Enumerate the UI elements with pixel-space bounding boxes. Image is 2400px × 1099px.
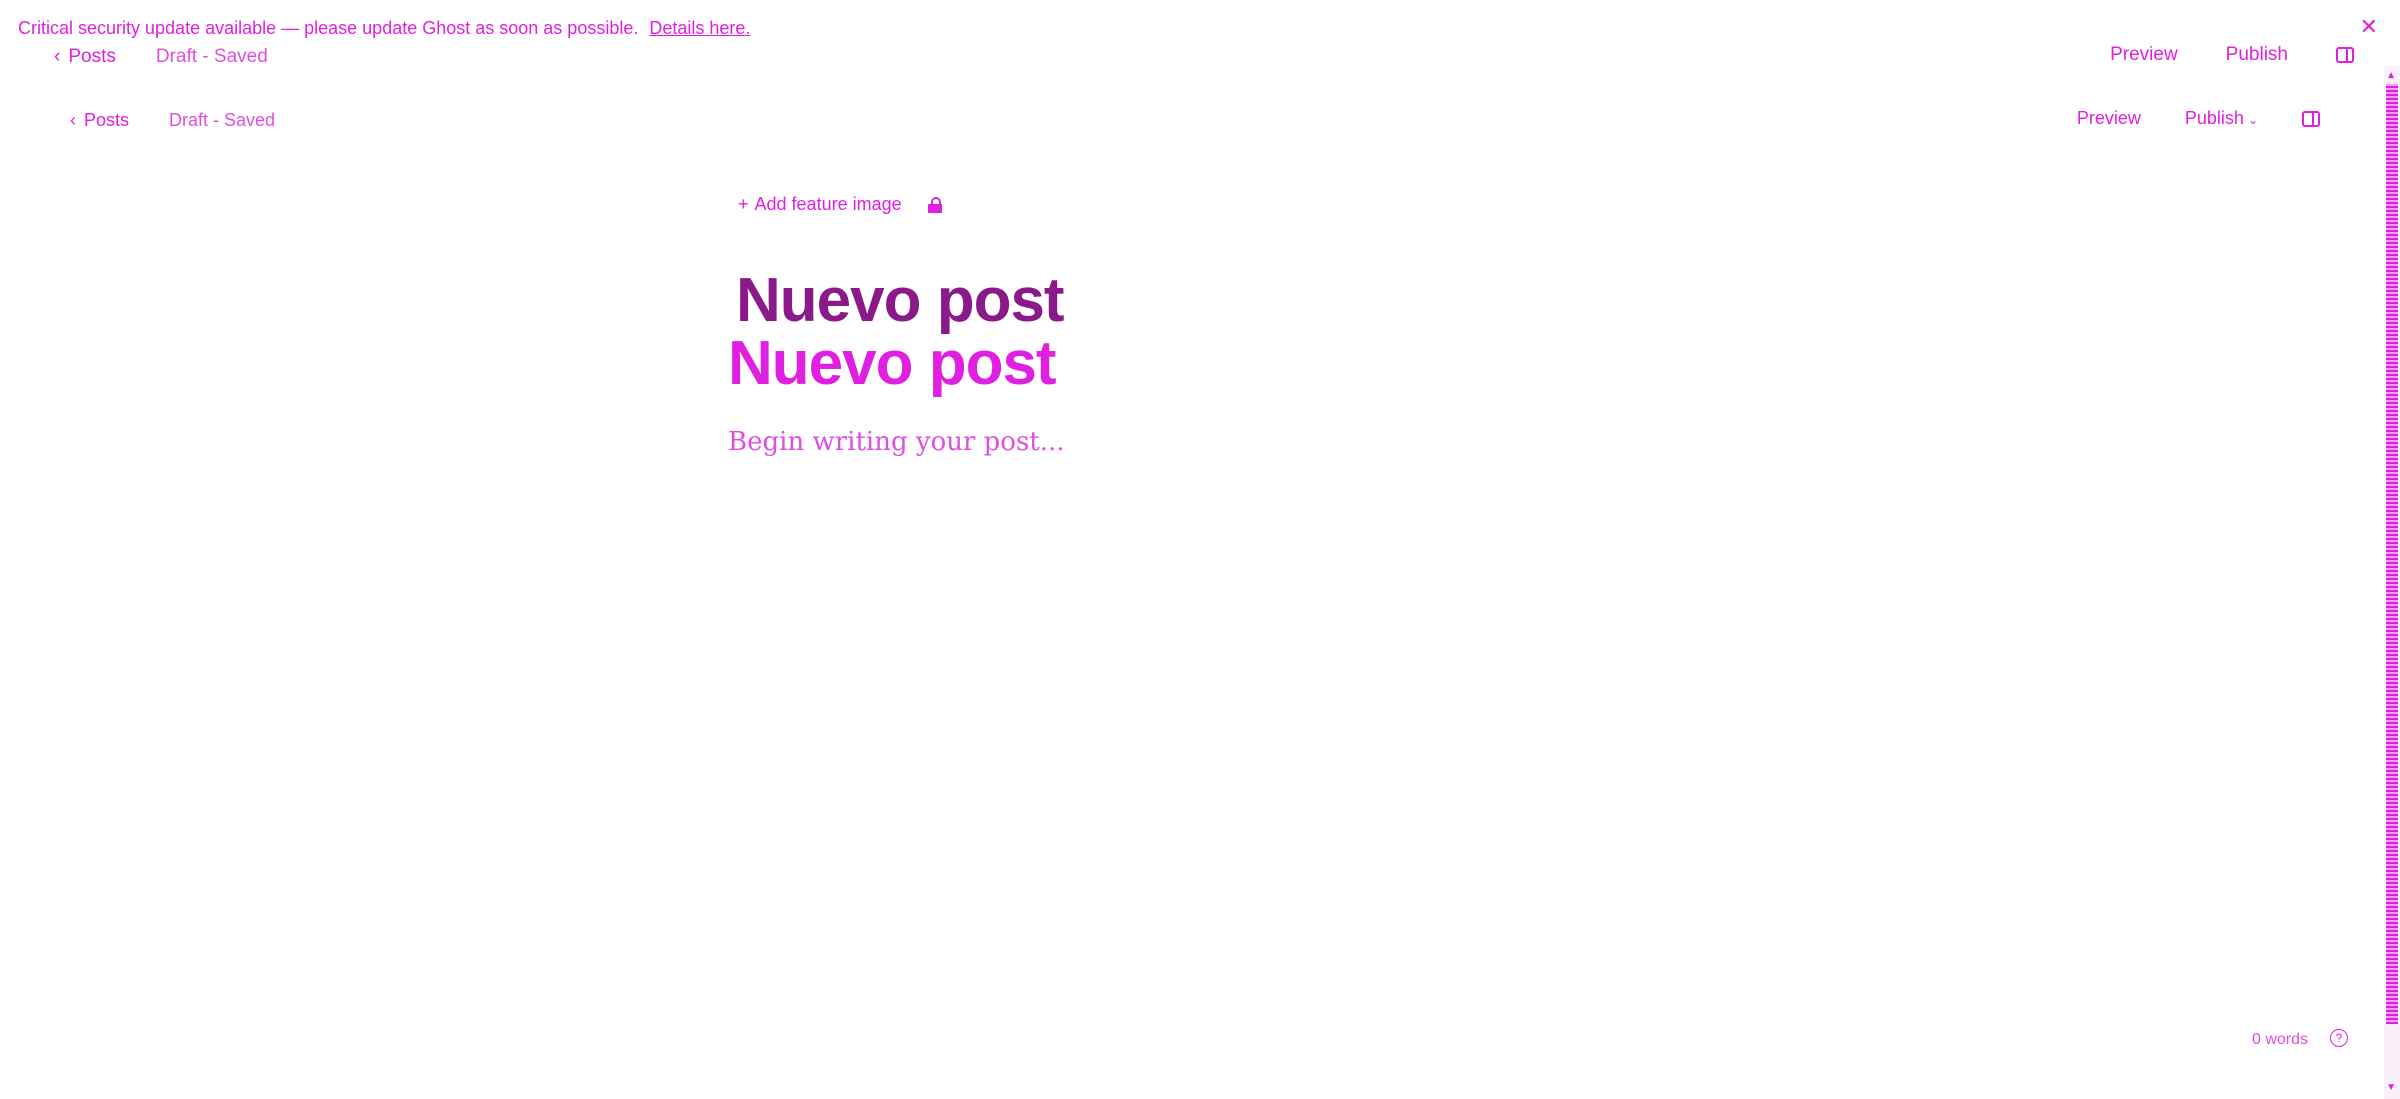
save-status-secondary: Draft - Saved <box>169 110 276 130</box>
chevron-left-icon: ‹ <box>70 110 76 130</box>
banner-details-link[interactable]: Details here. <box>649 18 750 38</box>
preview-button[interactable]: Preview <box>2110 44 2178 66</box>
scroll-up-arrow-icon[interactable]: ▲ <box>2386 70 2396 81</box>
preview-button-secondary[interactable]: Preview <box>2077 108 2141 129</box>
post-title-input[interactable]: Nuevo post <box>728 328 1057 399</box>
scrollbar-thumb[interactable] <box>2386 84 2398 1024</box>
sidebar-toggle-icon[interactable] <box>2336 47 2354 63</box>
add-feature-image-label: Add feature image <box>754 194 902 214</box>
header-secondary-right: Preview Publish ⌄ <box>2077 108 2320 129</box>
save-status: Draft - Saved <box>155 46 268 67</box>
sidebar-toggle-icon[interactable] <box>2302 110 2320 127</box>
scroll-down-arrow-icon[interactable]: ▼ <box>2386 1082 2396 1093</box>
banner-message: Critical security update available — ple… <box>18 18 639 38</box>
publish-dropdown-button[interactable]: Publish ⌄ <box>2185 108 2258 129</box>
lock-icon[interactable] <box>927 196 942 213</box>
add-feature-image-button[interactable]: + Add feature image <box>738 194 902 215</box>
header-primary-left: ‹ Posts Draft - Saved <box>54 46 268 68</box>
editor-window: Critical security update available — ple… <box>0 0 2400 1099</box>
close-icon[interactable]: ✕ <box>2360 16 2378 38</box>
post-title-overlay: Nuevo post <box>736 266 1065 335</box>
help-icon[interactable]: ? <box>2330 1029 2348 1047</box>
back-to-posts-link[interactable]: ‹ Posts <box>54 46 116 68</box>
word-count: 0 words <box>2251 1031 2308 1048</box>
post-body-editor[interactable]: Begin writing your post... <box>728 427 1065 457</box>
chevron-down-icon: ⌄ <box>2247 113 2258 127</box>
header-primary-right: Preview Publish <box>2110 44 2354 66</box>
plus-icon: + <box>738 194 749 214</box>
back-label: Posts <box>68 46 116 67</box>
header-secondary-left: ‹ Posts Draft - Saved <box>70 110 275 131</box>
back-to-posts-link-secondary[interactable]: ‹ Posts <box>70 110 129 131</box>
publish-label: Publish <box>2184 108 2244 128</box>
feature-image-row: + Add feature image <box>738 194 942 215</box>
security-banner: Critical security update available — ple… <box>18 18 750 39</box>
back-label: Posts <box>84 110 130 130</box>
publish-button[interactable]: Publish <box>2226 44 2288 66</box>
chevron-left-icon: ‹ <box>54 46 61 67</box>
